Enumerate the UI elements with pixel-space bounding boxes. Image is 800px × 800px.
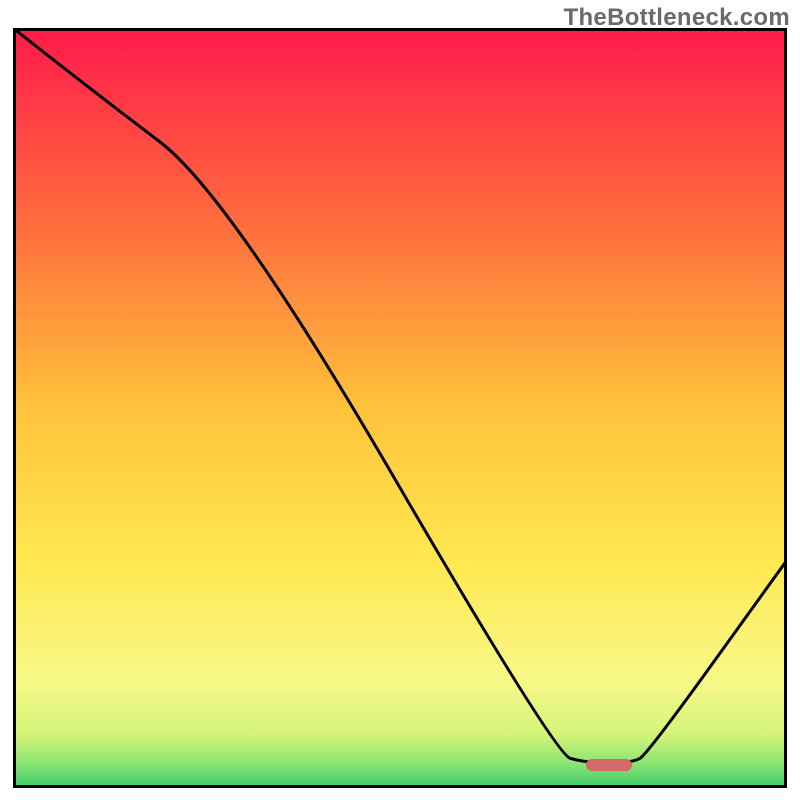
- optimal-marker: [586, 759, 632, 771]
- chart-stage: TheBottleneck.com: [0, 0, 800, 800]
- plot-svg: [13, 28, 787, 788]
- plot-area: [13, 28, 787, 788]
- watermark-label: TheBottleneck.com: [564, 4, 790, 32]
- gradient-bg: [13, 28, 787, 788]
